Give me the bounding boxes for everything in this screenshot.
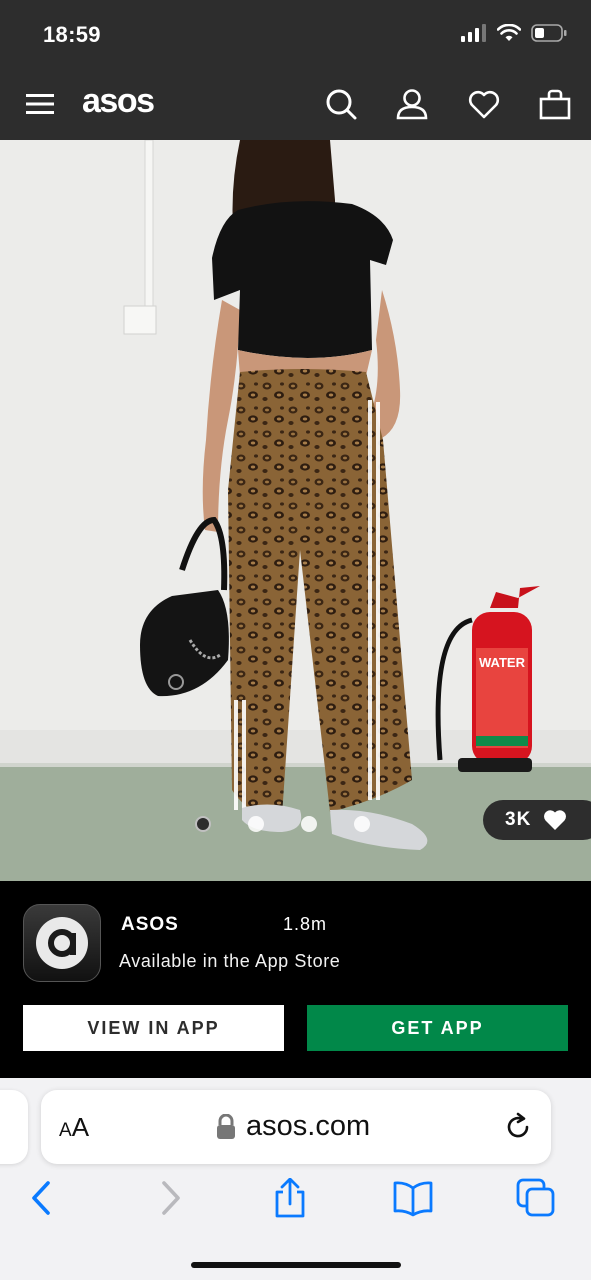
url-display[interactable]: asos.com	[216, 1110, 370, 1143]
account-icon[interactable]	[396, 88, 428, 120]
tabs-icon[interactable]	[516, 1178, 556, 1218]
extinguisher-label: WATER	[479, 655, 526, 670]
address-bar[interactable]: AA asos.com	[41, 1090, 551, 1164]
like-count: 3K	[505, 809, 532, 830]
app-banner: ASOS 1.8m Available in the App Store VIE…	[0, 881, 591, 1078]
heart-icon[interactable]	[468, 88, 500, 120]
view-in-app-button[interactable]: VIEW IN APP	[23, 1005, 284, 1051]
status-time: 18:59	[43, 22, 101, 47]
share-icon[interactable]	[270, 1178, 310, 1218]
lock-icon	[217, 1113, 235, 1139]
image-carousel-dots	[195, 816, 370, 832]
carousel-dot[interactable]	[354, 816, 370, 832]
app-store-subtitle: Available in the App Store	[119, 951, 341, 971]
back-icon[interactable]	[22, 1178, 62, 1218]
carousel-dot[interactable]	[248, 816, 264, 832]
carousel-dot-active[interactable]	[195, 816, 211, 832]
product-image[interactable]: WATER 3K	[0, 140, 591, 881]
battery-icon	[531, 24, 567, 42]
status-bar: 18:59	[0, 0, 591, 72]
app-size: 1.8m	[283, 914, 328, 934]
status-icons	[461, 24, 567, 42]
bookmarks-icon[interactable]	[393, 1178, 433, 1218]
heart-filled-icon	[544, 810, 567, 830]
forward-icon[interactable]	[150, 1178, 190, 1218]
search-icon[interactable]	[325, 88, 357, 120]
home-indicator[interactable]	[191, 1262, 401, 1268]
url-text: asos.com	[246, 1110, 371, 1142]
get-app-button[interactable]: GET APP	[307, 1005, 568, 1051]
carousel-dot[interactable]	[301, 816, 317, 832]
text-size-button[interactable]: AA	[59, 1112, 89, 1143]
app-icon	[23, 904, 101, 982]
wifi-icon	[497, 24, 521, 41]
previous-tab-edge[interactable]	[0, 1090, 28, 1164]
save-for-later-button[interactable]: 3K	[483, 800, 591, 840]
site-header: asos	[0, 72, 591, 140]
asos-app-logo-icon	[36, 917, 88, 969]
app-name: ASOS	[121, 914, 179, 935]
bag-icon[interactable]	[539, 88, 571, 120]
signal-icon	[461, 24, 486, 42]
reload-icon[interactable]	[503, 1112, 533, 1142]
asos-logo[interactable]: asos	[82, 82, 155, 121]
menu-icon[interactable]	[26, 92, 54, 116]
browser-toolbar: AA asos.com	[0, 1078, 591, 1280]
product-photo: WATER	[0, 140, 591, 881]
